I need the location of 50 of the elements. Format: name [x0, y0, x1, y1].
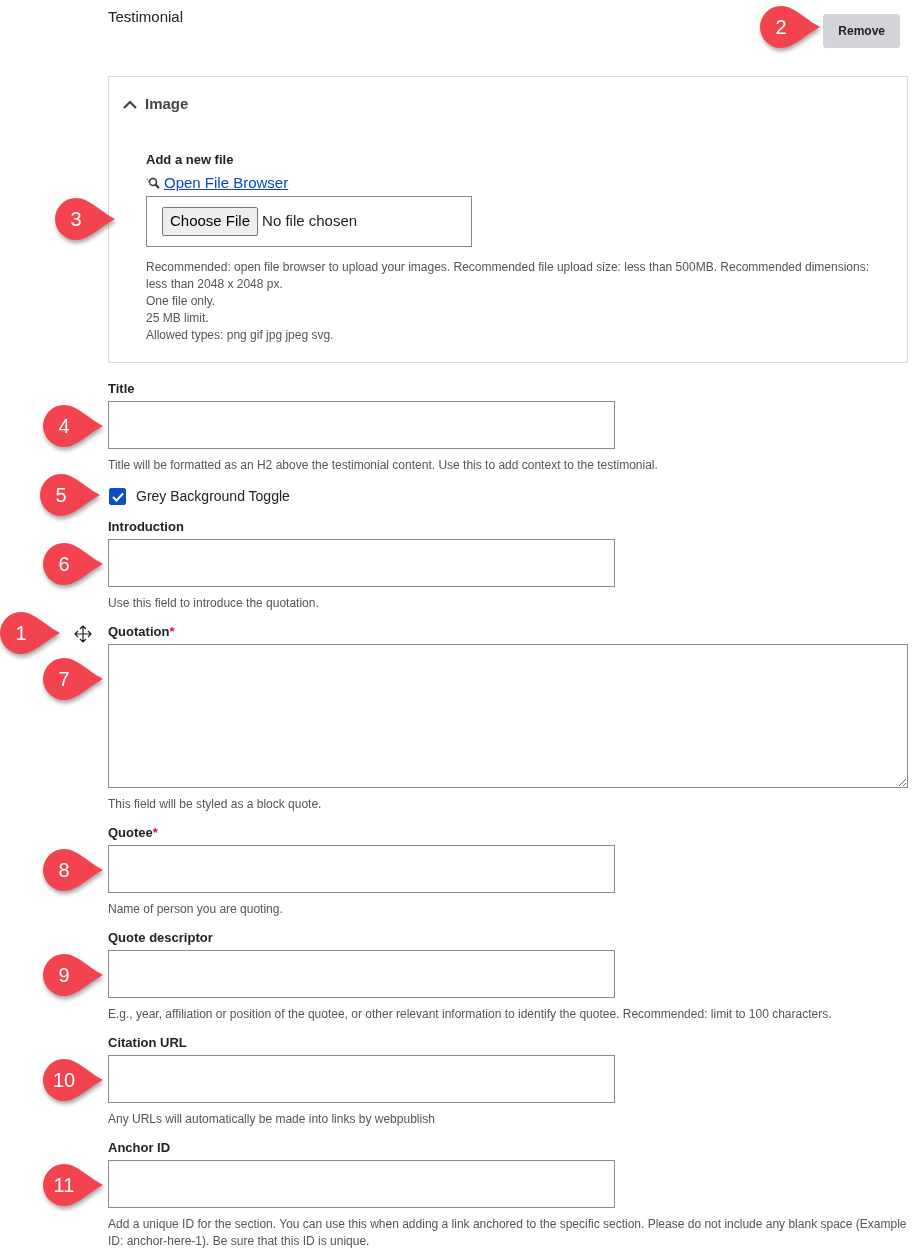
magnifier-icon [146, 176, 160, 190]
help-text: 25 MB limit. [146, 310, 210, 327]
field-label: Introduction [108, 519, 185, 535]
callout-marker: 9 [41, 952, 105, 998]
callout-marker: 2 [758, 4, 822, 50]
file-input[interactable]: Choose File No file chosen [146, 196, 472, 247]
text-field[interactable] [108, 401, 615, 449]
callout-marker: 4 [41, 403, 105, 449]
field-label: Anchor ID [108, 1140, 172, 1156]
section-heading: Testimonial [108, 7, 184, 27]
help-text: Title will be formatted as an H2 above the testimonial content. Use this to add context to the testimonial. [108, 457, 659, 474]
text-field[interactable] [108, 950, 615, 998]
chevron-icon [123, 99, 137, 109]
text-field[interactable] [108, 1055, 615, 1103]
move-icon[interactable] [74, 624, 92, 643]
field-label: Add a new file [146, 151, 235, 168]
choose-file-button[interactable]: Choose File [162, 207, 259, 236]
required-marker: * [152, 825, 158, 840]
help-text: Add a unique ID for the section. You can use this when adding a link anchored to the specific section. Please do not include any blank space (Example ID: anchor-here-1). Be sure that this ID is unique. [108, 1216, 908, 1250]
text-field[interactable] [108, 539, 615, 587]
field-label: Citation URL [108, 1035, 188, 1051]
help-text: Allowed types: png gif jpg jpeg svg. [146, 327, 335, 344]
image-toggle[interactable]: Image [109, 77, 907, 116]
file-status: No file chosen [262, 211, 358, 232]
text-field[interactable] [108, 845, 615, 893]
callout-marker: 10 [41, 1057, 105, 1103]
callout-marker: 5 [38, 472, 102, 518]
callout-marker: 11 [41, 1162, 105, 1208]
remove-button[interactable]: Remove [823, 14, 900, 48]
help-text: E.g., year, affiliation or position of the quotee, or other relevant information to identify the quotee. Recommended: limit to 100 characters. [108, 1006, 833, 1023]
field-label: Quotee* [108, 825, 159, 841]
callout-marker: 7 [41, 656, 105, 702]
checkbox-label: Grey Background Toggle [136, 487, 290, 506]
field-label: Quotation* [108, 624, 176, 640]
open-file-browser-link[interactable]: Open File Browser [164, 171, 289, 194]
callout-marker: 1 [0, 610, 62, 656]
field-label: Title [108, 381, 136, 397]
checkbox[interactable] [109, 488, 126, 505]
callout-marker: 3 [53, 196, 117, 242]
help-text: This field will be styled as a block quote. [108, 796, 323, 813]
field-label: Quote descriptor [108, 930, 214, 946]
help-text: Use this field to introduce the quotation. [108, 595, 320, 612]
text-field[interactable] [108, 1160, 615, 1208]
required-marker: * [169, 624, 175, 639]
help-text: Name of person you are quoting. [108, 901, 284, 918]
callout-marker: 8 [41, 847, 105, 893]
callout-marker: 6 [41, 541, 105, 587]
help-text: Any URLs will automatically be made into links by webpublish [108, 1111, 436, 1128]
help-text: Recommended: open file browser to upload your images. Recommended file upload size: less than 500MB. Recommended dimensions: less than 2048 x 2048 px. [146, 259, 870, 293]
help-text: One file only. [146, 293, 217, 310]
